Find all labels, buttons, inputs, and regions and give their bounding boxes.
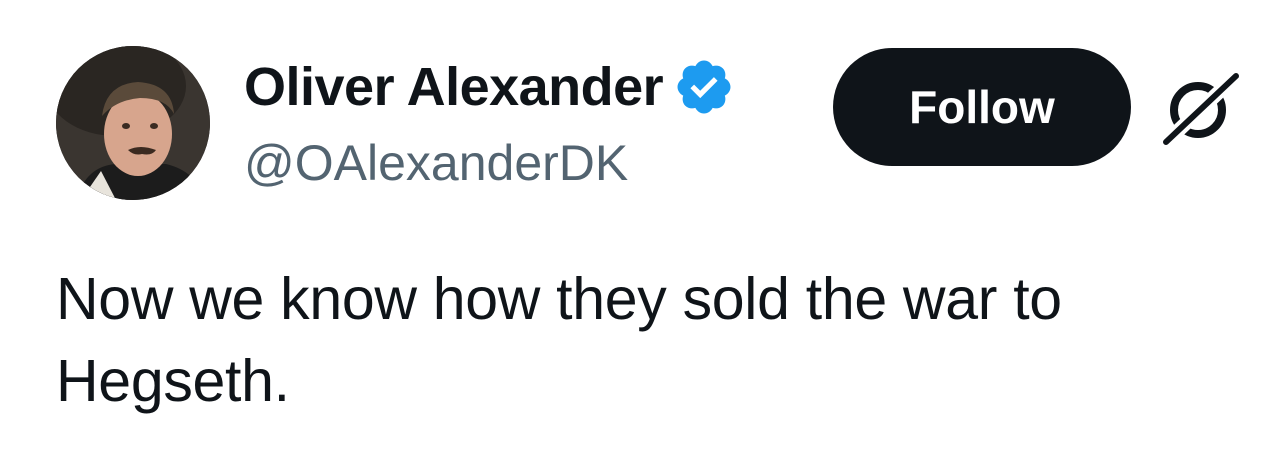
display-name-text: Oliver Alexander [244, 57, 664, 117]
user-handle[interactable]: @OAlexanderDK [244, 134, 628, 192]
verified-badge-icon [673, 56, 735, 118]
grok-icon[interactable] [1157, 67, 1245, 151]
follow-button[interactable]: Follow [833, 48, 1131, 166]
display-name[interactable]: Oliver Alexander [244, 56, 735, 118]
avatar[interactable] [56, 46, 210, 200]
avatar-image [56, 46, 210, 200]
tweet-text: Now we know how they sold the war to Heg… [56, 266, 1062, 414]
